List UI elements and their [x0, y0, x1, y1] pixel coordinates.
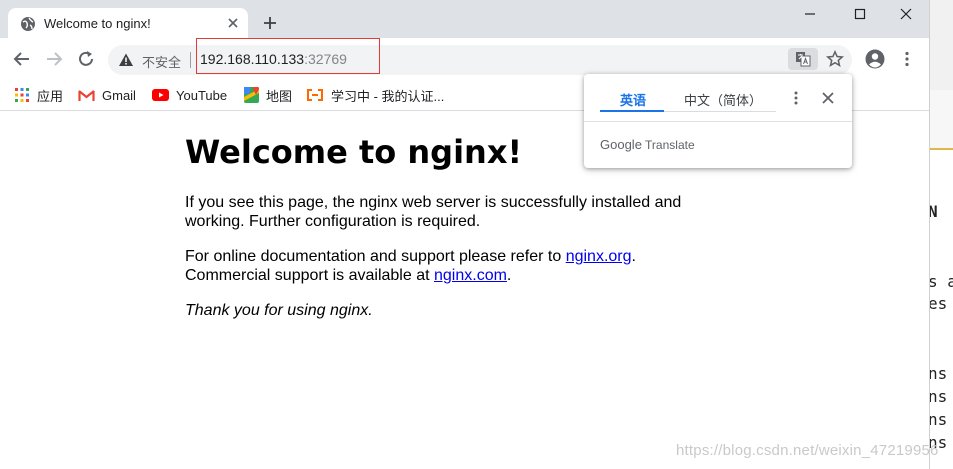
bookmark-site[interactable]: 学习中 - 我的认证...	[306, 84, 444, 106]
bookmark-site-icon	[307, 89, 323, 101]
docs-paragraph: For online documentation and support ple…	[185, 247, 636, 285]
side-text-fragment: ns	[929, 364, 948, 383]
browser-window: Welcome to nginx! 不安全 192.168.110.133:32…	[0, 0, 929, 469]
bookmark-youtube[interactable]: YouTube	[152, 84, 227, 106]
docs-punct: .	[631, 248, 636, 265]
docs-text: For online documentation and support ple…	[185, 248, 566, 265]
docs-line-2: Commercial support is available at nginx…	[185, 266, 636, 285]
bookmark-label: YouTube	[176, 87, 228, 103]
url-highlight-box	[196, 38, 380, 74]
side-text-fragment: s a	[930, 272, 953, 291]
close-tab-icon[interactable]	[226, 16, 240, 30]
maximize-icon[interactable]	[850, 6, 870, 22]
youtube-icon	[152, 89, 169, 101]
bookmark-apps[interactable]: 应用	[14, 84, 63, 106]
bookmark-label: 应用	[37, 88, 64, 104]
page-heading: Welcome to nginx!	[185, 133, 523, 171]
bookmark-star-icon[interactable]	[826, 50, 844, 68]
tab-strip: Welcome to nginx!	[0, 0, 929, 38]
new-tab-plus-icon[interactable]	[262, 15, 278, 31]
background-window-header	[930, 0, 953, 90]
kebab-menu-icon[interactable]	[902, 51, 912, 67]
target-language-tab[interactable]: 中文（简体）	[684, 90, 762, 109]
maps-icon	[244, 87, 259, 103]
close-window-icon[interactable]	[896, 6, 916, 22]
side-text-fragment: ns	[929, 387, 948, 406]
minimize-icon[interactable]	[800, 6, 820, 22]
close-popup-icon[interactable]	[820, 90, 836, 106]
intro-paragraph: If you see this page, the nginx web serv…	[185, 193, 681, 231]
tab-welcome-nginx[interactable]: Welcome to nginx!	[8, 8, 248, 38]
nginx-com-link[interactable]: nginx.com	[434, 267, 507, 284]
nginx-org-link[interactable]: nginx.org	[566, 248, 632, 265]
side-text-fragment: es	[929, 294, 948, 313]
security-label[interactable]: 不安全	[142, 52, 181, 71]
docs-line-1: For online documentation and support ple…	[185, 247, 636, 266]
bookmark-label: 地图	[266, 88, 293, 104]
tab-title: Welcome to nginx!	[44, 16, 151, 31]
side-text-fragment: N	[930, 202, 938, 221]
support-punct: .	[506, 267, 512, 284]
popup-divider	[584, 121, 852, 122]
apps-grid-icon	[15, 88, 29, 102]
bookmark-label: Gmail	[102, 87, 136, 103]
translate-wordmark: Translate	[645, 138, 695, 152]
background-window-strip: N s a es ns ns ns ns	[929, 0, 953, 469]
warning-triangle-icon[interactable]	[118, 52, 134, 68]
bookmark-maps[interactable]: 地图	[244, 84, 292, 106]
globe-icon	[21, 17, 35, 31]
bookmark-gmail[interactable]: Gmail	[78, 84, 136, 106]
gmail-icon	[78, 89, 95, 101]
translate-popup: 英语 中文（简体） Google Translate	[584, 74, 852, 168]
intro-line-2: working. Further configuration is requir…	[185, 213, 481, 230]
google-wordmark: Google	[600, 137, 642, 152]
background-window-panel	[930, 90, 953, 150]
translate-button[interactable]	[788, 48, 818, 70]
intro-line-1: If you see this page, the nginx web serv…	[185, 194, 682, 211]
reload-icon[interactable]	[77, 50, 95, 68]
csdn-watermark: https://blog.csdn.net/weixin_47219956	[676, 442, 939, 459]
side-text-fragment: ns	[929, 410, 948, 429]
active-tab-indicator	[600, 110, 664, 112]
back-arrow-icon[interactable]	[13, 50, 31, 68]
omnibox-separator	[190, 52, 191, 68]
google-translate-branding: Google Translate	[600, 137, 695, 152]
thanks-text: Thank you for using nginx.	[185, 302, 373, 319]
more-options-icon[interactable]	[792, 90, 800, 106]
source-language-tab[interactable]: 英语	[620, 90, 646, 109]
translate-icon	[796, 52, 811, 67]
support-text: Commercial support is available at	[185, 267, 434, 284]
forward-arrow-icon[interactable]	[45, 50, 63, 68]
bookmark-label: 学习中 - 我的认证...	[331, 88, 445, 104]
profile-avatar-icon[interactable]	[865, 49, 885, 69]
